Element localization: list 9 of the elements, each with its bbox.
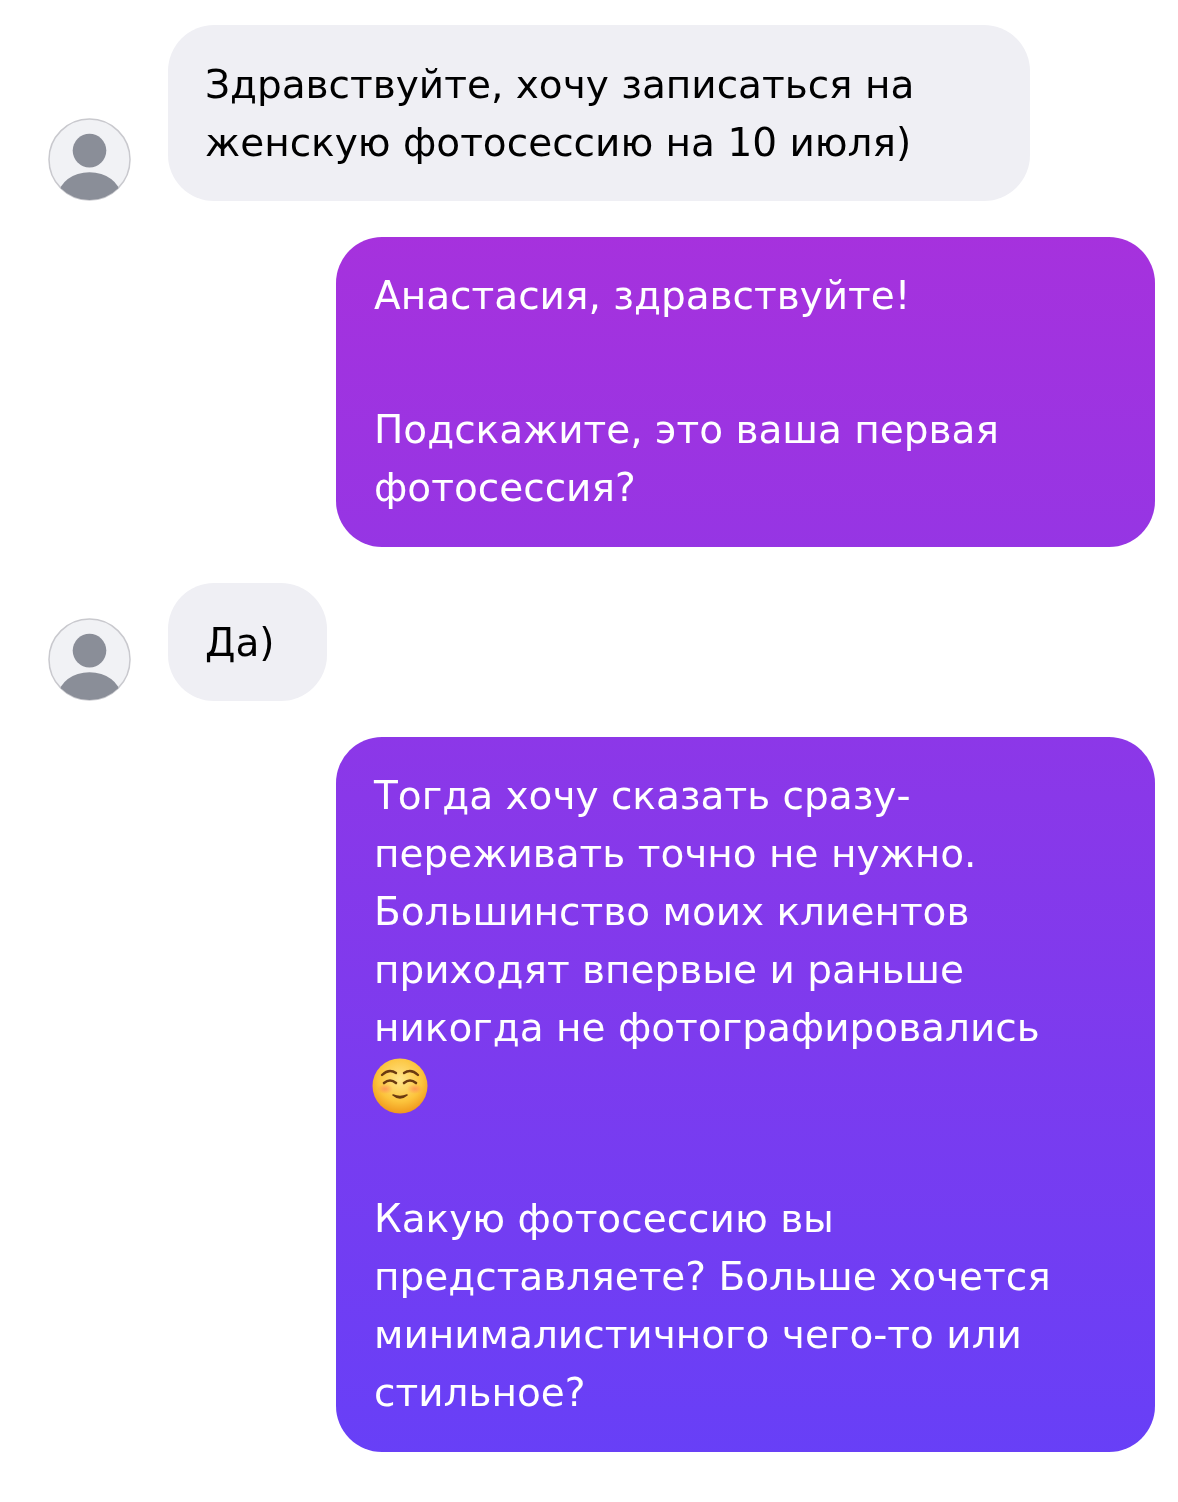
avatar-icon (48, 118, 131, 201)
message-text: Анастасия, здравствуйте! (374, 272, 912, 320)
avatar-icon (48, 618, 131, 701)
message-text: Подскажите, это ваша первая фотосессия? (374, 406, 1000, 512)
message-text: Здравствуйте, хочу записаться на женскую фотосессию на 10 июля) (205, 61, 916, 167)
message-text: Какую фотосессию вы представляете? Больше хочется минималистичного чего-то или стильное? (374, 1195, 1052, 1417)
message-text: Да) (205, 619, 275, 667)
smiling-face-icon (372, 1058, 428, 1114)
message-text: Тогда хочу сказать сразу- переживать точно не нужно. Большинство моих клиентов приходят впервые и раньше никогда не фотографировались (374, 772, 1041, 1052)
